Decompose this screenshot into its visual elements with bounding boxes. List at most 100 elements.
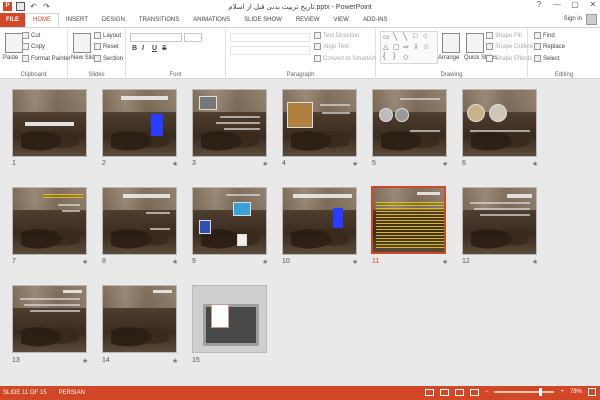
shapes-gallery[interactable]: ▭ ╲ ╲ □ ○ △ ▢ ⇨ ⇩ ☆ { } ◇	[380, 31, 438, 64]
avatar[interactable]	[586, 14, 597, 25]
paste-icon[interactable]	[5, 33, 23, 53]
format-painter-button[interactable]: Format Painter	[22, 55, 71, 62]
slide-thumbnail-11[interactable]	[371, 186, 446, 254]
shape-outline-button[interactable]: Shape Outline	[486, 43, 533, 50]
slide-thumbnail-5[interactable]	[372, 89, 447, 157]
new-slide-icon[interactable]	[73, 33, 91, 53]
triangle-shape-icon[interactable]: △	[383, 43, 388, 51]
arrange-icon[interactable]	[442, 33, 460, 53]
shape-effects-button[interactable]: Shape Effects	[486, 55, 532, 62]
strikethrough-button[interactable]: S	[162, 45, 167, 52]
line-shape-icon[interactable]: ╲	[403, 33, 407, 41]
italic-button[interactable]: I	[142, 45, 144, 52]
zoom-in-button[interactable]: +	[560, 389, 564, 395]
select-button[interactable]: Select	[534, 55, 560, 62]
zoom-level[interactable]: 78%	[570, 389, 582, 395]
zoom-slider[interactable]	[494, 388, 555, 396]
reset-button[interactable]: Reset	[94, 43, 119, 50]
slide-thumbnail-6[interactable]	[462, 89, 537, 157]
slide-sorter-view-icon[interactable]	[439, 388, 449, 396]
list-buttons[interactable]	[230, 33, 310, 42]
layout-button[interactable]: Layout	[94, 32, 121, 39]
reading-view-icon[interactable]	[454, 388, 464, 396]
star-shape-icon[interactable]: ☆	[423, 43, 429, 51]
tab-view[interactable]: VIEW	[327, 13, 356, 27]
transition-star-icon[interactable]: ★	[82, 258, 88, 266]
font-name-combo[interactable]	[130, 33, 182, 42]
alignment-buttons[interactable]	[230, 46, 310, 55]
slide-thumbnail-2[interactable]	[102, 89, 177, 157]
transition-star-icon[interactable]: ★	[352, 160, 358, 168]
text-direction-button[interactable]: Text Direction	[314, 32, 359, 39]
arrow-shape-icon[interactable]: ⇨	[403, 43, 409, 51]
transition-star-icon[interactable]: ★	[442, 258, 448, 266]
arrow-shape-icon[interactable]: ⇩	[413, 43, 419, 51]
slide-thumbnail-15[interactable]	[192, 285, 267, 353]
tab-home[interactable]: HOME	[25, 13, 59, 27]
bold-button[interactable]: B	[132, 45, 137, 52]
zoom-slider-thumb[interactable]	[538, 388, 542, 396]
slide-thumbnail-4[interactable]	[282, 89, 357, 157]
transition-star-icon[interactable]: ★	[262, 160, 268, 168]
transition-star-icon[interactable]: ★	[172, 258, 178, 266]
slide-thumbnail-9[interactable]	[192, 187, 267, 255]
replace-button[interactable]: Replace	[534, 43, 565, 50]
rectangle-shape-icon[interactable]: □	[413, 33, 417, 40]
tab-transitions[interactable]: TRANSITIONS	[132, 13, 186, 27]
quick-styles-icon[interactable]	[466, 33, 484, 53]
redo-icon[interactable]: ↷	[42, 2, 51, 11]
zoom-out-button[interactable]: −	[485, 389, 489, 395]
minimize-button[interactable]: —	[552, 0, 562, 9]
transition-star-icon[interactable]: ★	[352, 258, 358, 266]
transition-star-icon[interactable]: ★	[82, 357, 88, 365]
paste-button[interactable]: Paste	[3, 55, 18, 61]
brace-shape-icon[interactable]: {	[383, 53, 385, 60]
tab-add-ins[interactable]: ADD-INS	[356, 13, 395, 27]
slide-sorter[interactable]: 1 2 ★ 3 ★ 4 ★ 5 ★ 6 ★ 7 ★ 8 ★ 9 ★ 10 ★ 1…	[0, 79, 600, 386]
slide-thumbnail-10[interactable]	[282, 187, 357, 255]
slide-thumbnail-7[interactable]	[12, 187, 87, 255]
shape-fill-button[interactable]: Shape Fill	[486, 32, 522, 39]
slide-thumbnail-14[interactable]	[102, 285, 177, 353]
transition-star-icon[interactable]: ★	[172, 357, 178, 365]
oval-shape-icon[interactable]: ○	[423, 33, 427, 40]
undo-icon[interactable]: ↶	[29, 2, 38, 11]
slide-thumbnail-13[interactable]	[12, 285, 87, 353]
sign-in-link[interactable]: Sign in	[564, 16, 582, 22]
slide-show-view-icon[interactable]	[469, 388, 479, 396]
save-icon[interactable]	[16, 2, 25, 11]
transition-star-icon[interactable]: ★	[532, 160, 538, 168]
transition-star-icon[interactable]: ★	[442, 160, 448, 168]
slide-thumbnail-12[interactable]	[462, 187, 537, 255]
help-button[interactable]: ?	[534, 0, 544, 9]
tab-design[interactable]: DESIGN	[95, 13, 132, 27]
transition-star-icon[interactable]: ★	[262, 258, 268, 266]
line-shape-icon[interactable]: ╲	[393, 33, 397, 41]
fit-to-window-icon[interactable]	[588, 388, 596, 396]
arrange-button[interactable]: Arrange	[438, 55, 459, 61]
tab-review[interactable]: REVIEW	[289, 13, 327, 27]
language-indicator[interactable]: PERSIAN	[59, 390, 85, 396]
brace-shape-icon[interactable]: }	[393, 53, 395, 60]
slide-thumbnail-8[interactable]	[102, 187, 177, 255]
text-box-shape-icon[interactable]: ▭	[383, 33, 390, 41]
normal-view-icon[interactable]	[424, 388, 434, 396]
transition-star-icon[interactable]: ★	[172, 160, 178, 168]
slide-thumbnail-1[interactable]	[12, 89, 87, 157]
tab-insert[interactable]: INSERT	[59, 13, 95, 27]
underline-button[interactable]: U	[152, 45, 157, 52]
section-button[interactable]: Section	[94, 55, 123, 62]
tab-file[interactable]: FILE	[0, 13, 25, 27]
close-button[interactable]: ✕	[588, 0, 598, 9]
find-button[interactable]: Find	[534, 32, 555, 39]
align-text-button[interactable]: Align Text	[314, 43, 349, 50]
cut-button[interactable]: Cut	[22, 32, 40, 39]
copy-button[interactable]: Copy	[22, 43, 45, 50]
rounded-rect-shape-icon[interactable]: ▢	[393, 43, 400, 51]
maximize-button[interactable]: ▢	[570, 0, 580, 9]
transition-star-icon[interactable]: ★	[532, 258, 538, 266]
tab-slide-show[interactable]: SLIDE SHOW	[237, 13, 289, 27]
font-size-combo[interactable]	[184, 33, 202, 42]
convert-smartart-button[interactable]: Convert to SmartArt	[314, 55, 376, 62]
slide-thumbnail-3[interactable]	[192, 89, 267, 157]
